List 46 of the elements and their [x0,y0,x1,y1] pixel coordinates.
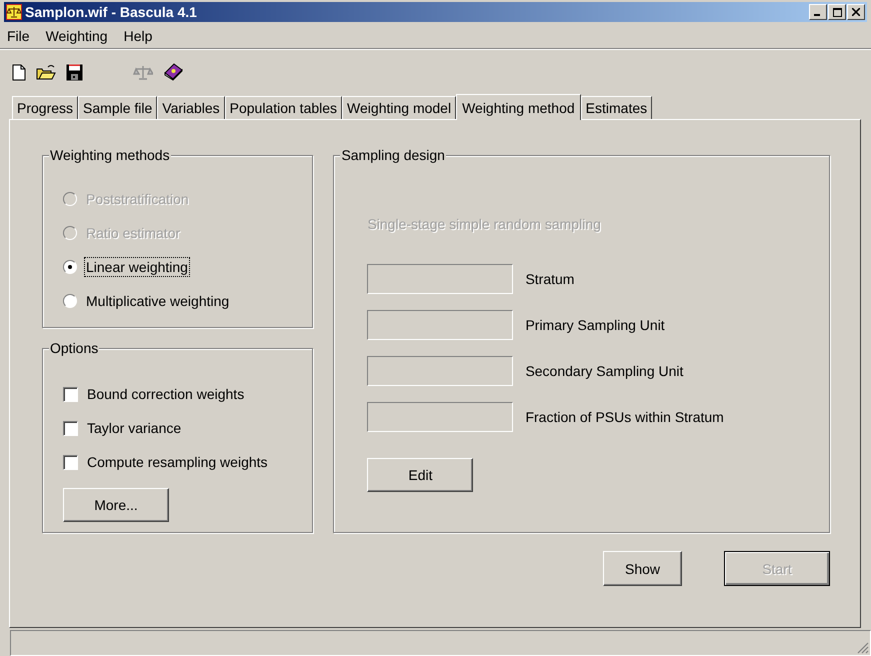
checkbox-label[interactable]: Bound correction weights [86,385,246,403]
open-folder-icon[interactable] [36,64,56,80]
group-title: Options [49,340,100,356]
tab[interactable]: Variables [157,96,225,119]
close-icon [852,8,860,16]
input-field[interactable] [367,356,514,386]
input-field[interactable] [367,402,514,432]
group-title: Sampling design [340,147,446,163]
scales-icon [6,4,22,20]
minimize-button[interactable] [809,4,827,20]
field-label: Stratum [525,271,574,287]
menu-item[interactable]: File [6,28,31,44]
menu-item[interactable]: Weighting [44,28,109,44]
input-field[interactable] [367,264,514,294]
menu-item[interactable]: Help [122,28,154,44]
action-button[interactable]: Show [603,551,682,586]
help-book-icon[interactable] [163,63,183,81]
edit-button[interactable]: Edit [367,458,474,492]
new-file-icon[interactable] [12,64,26,80]
tab[interactable]: Population tables [224,96,342,119]
tab[interactable]: Weighting method [456,94,581,120]
checkbox[interactable] [63,386,78,402]
tab[interactable]: Sample file [78,96,158,119]
group-title: Weighting methods [49,147,171,163]
window-title: Samplon.wif - Bascula 4.1 [25,4,197,20]
tab[interactable]: Estimates [580,96,652,119]
checkbox[interactable] [63,454,78,470]
tab[interactable]: Progress [12,96,78,119]
field-label: Fraction of PSUs within Stratum [525,409,724,425]
radio-button[interactable] [63,260,77,274]
input-field[interactable] [367,310,514,340]
checkbox[interactable] [63,420,78,436]
save-icon[interactable] [66,64,83,80]
field-label: Primary Sampling Unit [525,317,665,333]
maximize-icon [832,8,842,16]
checkbox-label[interactable]: Compute resampling weights [86,453,269,471]
resize-grip-icon[interactable] [857,642,869,654]
checkbox-label[interactable]: Taylor variance [86,419,182,437]
radio-label[interactable]: Linear weighting [85,258,189,276]
maximize-button[interactable] [828,4,846,20]
field-label: Secondary Sampling Unit [525,363,684,379]
more-button[interactable]: More... [63,488,169,522]
radio-button[interactable] [63,294,77,308]
close-button[interactable] [847,4,865,20]
radio-label[interactable]: Multiplicative weighting [85,292,230,310]
tab[interactable]: Weighting model [342,96,456,119]
